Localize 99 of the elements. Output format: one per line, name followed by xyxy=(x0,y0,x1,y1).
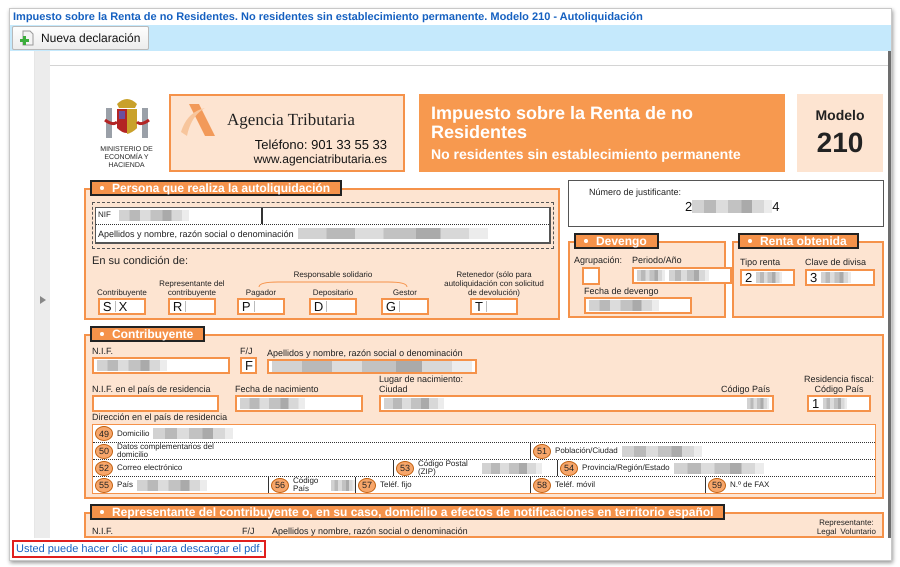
field-label: N.I.F. xyxy=(92,526,114,536)
blurred-value xyxy=(331,480,355,490)
field-number: 54 xyxy=(560,460,578,476)
form-subtitle: No residentes sin establecimiento permanente xyxy=(431,146,742,162)
field-label: Apellidos y nombre, razón social o denominación xyxy=(272,526,469,536)
field-label: Representante del contribuyente xyxy=(158,279,226,297)
blurred-value xyxy=(97,360,167,371)
download-pdf-link[interactable]: Usted puede hacer clic aquí para descargar el pdf. xyxy=(12,540,266,558)
agency-phone: Teléfono: 901 33 55 33 xyxy=(254,138,387,152)
field-number: 53 xyxy=(396,460,414,476)
blurred-value xyxy=(821,272,852,283)
field-number: 51 xyxy=(533,444,551,458)
code-field: R xyxy=(168,298,216,315)
field-label: Teléf. fijo xyxy=(380,481,412,489)
field-label: Datos complementarios del domicilio xyxy=(117,443,215,459)
section-title: Persona que realiza la autoliquidación xyxy=(90,180,342,196)
field-label: Contribuyente xyxy=(97,288,147,297)
field-label: F/J xyxy=(240,346,252,356)
blurred-value xyxy=(137,480,208,490)
field-label: Representante: xyxy=(819,519,874,527)
field-label: Domicilio xyxy=(117,430,150,438)
field-number: 58 xyxy=(533,478,551,492)
section-title: Representante del contribuyente o, en su caso, domicilio a efectos de notificaciones en territorio español xyxy=(90,504,726,520)
field-number: 49 xyxy=(95,426,113,441)
field-label: Número de justificante: xyxy=(589,187,682,197)
receipt-number-end: 4 xyxy=(772,200,780,213)
field-label: Residencia fiscal: xyxy=(804,375,874,384)
code-field: S X xyxy=(98,298,146,315)
field-label: NIF xyxy=(98,210,111,220)
field-label: N.I.F. xyxy=(92,346,114,356)
field-label: Código País xyxy=(293,477,320,493)
field-label: Fecha de nacimiento xyxy=(235,384,319,394)
field-label: Teléf. móvil xyxy=(555,481,596,489)
field-label: Gestor xyxy=(392,288,417,297)
agency-website: www.agenciatributaria.es xyxy=(254,152,387,166)
field-label: Apellidos y nombre, razón social o denominación xyxy=(267,348,463,358)
field-label: Ciudad xyxy=(379,385,408,394)
field-label: Depositario xyxy=(312,288,354,297)
section-title: Contribuyente xyxy=(90,326,206,342)
model-label: Modelo xyxy=(816,107,864,123)
blurred-value xyxy=(118,210,189,221)
field-label: N.I.F. en el país de residencia xyxy=(92,384,211,394)
field-label: N.º de FAX xyxy=(730,481,770,489)
field-label: Provincia/Región/Estado xyxy=(582,464,670,472)
field-label: Lugar de nacimiento: xyxy=(379,375,464,384)
field-label: Población/Ciudad xyxy=(555,447,618,455)
field-value: 3 xyxy=(810,271,818,284)
field-label: Agrupación: xyxy=(574,255,622,265)
field-value: F xyxy=(245,359,253,372)
field-label: Código País xyxy=(720,384,770,394)
blurred-value xyxy=(482,462,542,474)
field-number: 50 xyxy=(95,444,113,458)
field-number: 59 xyxy=(708,478,726,492)
field-label: Código País xyxy=(814,385,864,394)
field-number: 56 xyxy=(271,478,289,492)
field-label: Dirección en el país de residencia xyxy=(92,412,228,422)
blurred-value xyxy=(823,398,848,409)
section-title: Devengo xyxy=(574,233,659,249)
code-field: P xyxy=(236,298,285,315)
field-label: Apellidos y nombre, razón social o denominación xyxy=(98,228,294,238)
model-number: 210 xyxy=(816,127,864,159)
blurred-value xyxy=(240,398,305,409)
blurred-value xyxy=(669,270,710,281)
window-title: Impuesto sobre la Renta de no Residentes. No residentes sin establecimiento permanente. Modelo 210 - Autoliquidación xyxy=(12,10,644,25)
field-label: Código Postal (ZIP) xyxy=(418,460,469,476)
field-label: Responsable solidario xyxy=(294,270,372,280)
blurred-value xyxy=(637,270,666,281)
field-number: 57 xyxy=(358,478,376,492)
code-field: D xyxy=(308,298,357,315)
form-title: Impuesto sobre la Renta de no Residentes xyxy=(431,104,694,142)
new-document-icon xyxy=(19,30,35,46)
field-number: 55 xyxy=(95,478,113,492)
field-label: País xyxy=(117,481,134,489)
field-label: Tipo renta xyxy=(740,257,780,267)
field-label: En su condición de: xyxy=(92,255,190,268)
field-value: 1 xyxy=(812,397,820,410)
field-label: Correo electrónico xyxy=(117,464,182,472)
blurred-value xyxy=(384,398,444,409)
blurred-value xyxy=(747,398,769,409)
field-label: Voluntario xyxy=(840,528,876,536)
code-field: T xyxy=(470,298,518,315)
field-label: Pagador xyxy=(246,288,276,297)
field-label: F/J xyxy=(242,526,256,536)
expand-arrow-icon[interactable] xyxy=(40,296,46,304)
blurred-value xyxy=(756,272,782,283)
new-declaration-button[interactable]: Nueva declaración xyxy=(12,26,150,50)
section-title: Renta obtenida xyxy=(738,233,859,249)
field-label: Clave de divisa xyxy=(805,257,866,267)
field-label: Legal xyxy=(816,528,836,536)
agency-name: Agencia Tributaria xyxy=(227,110,355,130)
field-label: Retenedor (sólo para autoliquidación con solicitud de devolución) xyxy=(443,270,545,297)
code-field: G xyxy=(380,298,429,315)
blurred-value xyxy=(589,300,659,311)
field-number: 52 xyxy=(95,460,113,476)
field-value: 2 xyxy=(745,271,752,284)
field-label: Periodo/Año xyxy=(632,255,682,265)
form-field xyxy=(582,267,600,285)
receipt-number-start: 2 xyxy=(685,200,692,213)
field-label: Fecha de devengo xyxy=(584,286,659,296)
